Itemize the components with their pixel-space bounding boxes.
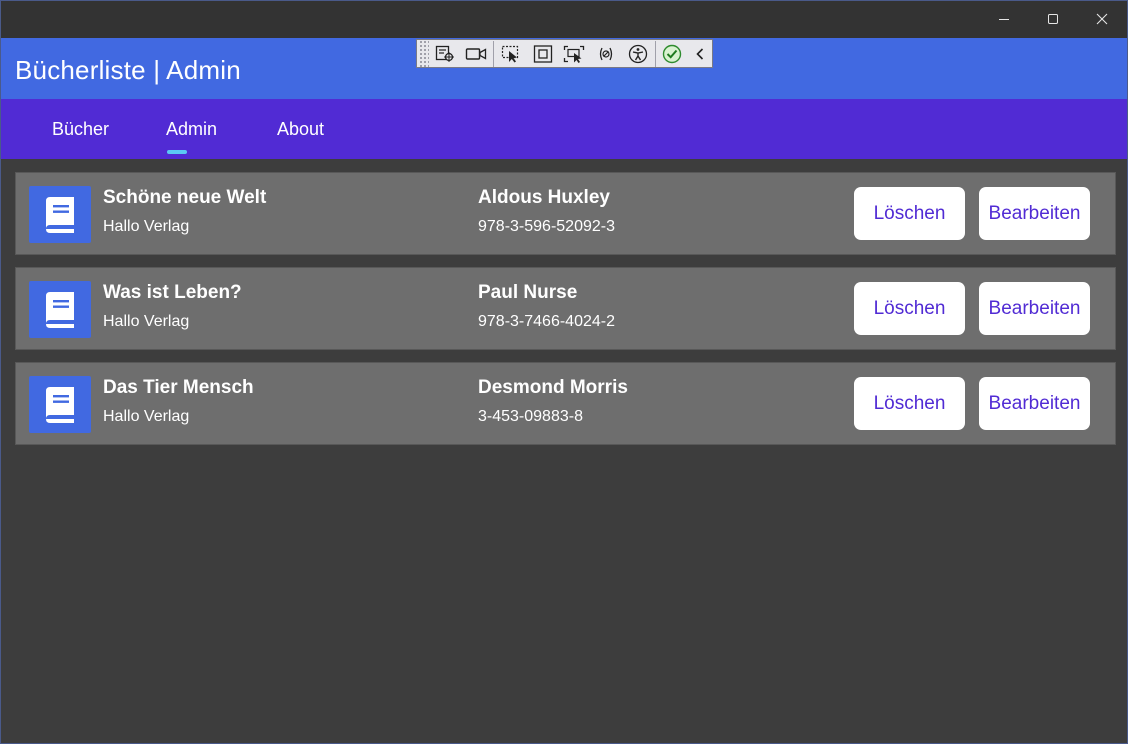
edit-button[interactable]: Bearbeiten	[979, 282, 1090, 335]
book-title: Schöne neue Welt	[103, 187, 267, 208]
tab-bar: Bücher Admin About	[1, 99, 1127, 159]
book-isbn: 978-3-596-52092-3	[478, 218, 615, 235]
book-title: Was ist Leben?	[103, 282, 242, 303]
delete-button[interactable]: Löschen	[854, 187, 965, 240]
xaml-debug-toolbar[interactable]	[416, 39, 713, 68]
selected-tab-indicator	[167, 150, 187, 154]
close-icon[interactable]	[1077, 1, 1127, 37]
list-item: Was ist Leben? Hallo Verlag Paul Nurse 9…	[15, 267, 1116, 350]
delete-button[interactable]: Löschen	[854, 377, 965, 430]
book-isbn: 3-453-09883-8	[478, 408, 583, 425]
hot-reload-status-icon[interactable]	[657, 40, 689, 67]
list-item: Das Tier Mensch Hallo Verlag Desmond Mor…	[15, 362, 1116, 445]
select-element-icon[interactable]	[495, 40, 527, 67]
app-window: Bücherliste | Admin Bücher Admin About S…	[0, 0, 1128, 744]
book-publisher: Hallo Verlag	[103, 218, 190, 235]
page-title: Bücherliste | Admin	[15, 55, 241, 85]
edit-button[interactable]: Bearbeiten	[979, 187, 1090, 240]
book-publisher: Hallo Verlag	[103, 408, 190, 425]
book-title: Das Tier Mensch	[103, 377, 254, 398]
book-publisher: Hallo Verlag	[103, 313, 190, 330]
toolbar-separator	[654, 40, 656, 67]
tab-label: About	[277, 118, 325, 139]
list-item: Schöne neue Welt Hallo Verlag Aldous Hux…	[15, 172, 1116, 255]
track-focus-icon[interactable]	[559, 40, 591, 67]
book-author: Paul Nurse	[478, 282, 578, 303]
maximize-icon[interactable]	[1028, 1, 1078, 37]
book-icon	[29, 281, 91, 338]
book-author: Desmond Morris	[478, 377, 628, 398]
tab-label: Bücher	[52, 118, 110, 139]
binding-failures-icon[interactable]	[590, 40, 622, 67]
live-visual-tree-icon[interactable]	[429, 40, 461, 67]
collapse-toolbar-icon[interactable]	[688, 40, 712, 67]
book-icon	[29, 376, 91, 433]
edit-button[interactable]: Bearbeiten	[979, 377, 1090, 430]
record-icon[interactable]	[461, 40, 493, 67]
book-list: Schöne neue Welt Hallo Verlag Aldous Hux…	[15, 172, 1116, 457]
book-icon	[29, 186, 91, 243]
tab-buecher[interactable]: Bücher	[52, 99, 109, 159]
tab-about[interactable]: About	[277, 99, 324, 159]
toolbar-grip[interactable]	[419, 40, 429, 67]
title-bar[interactable]	[1, 1, 1127, 38]
toolbar-separator	[493, 40, 495, 67]
tab-label: Admin	[166, 118, 218, 139]
display-layout-adorners-icon[interactable]	[527, 40, 559, 67]
minimize-icon[interactable]	[979, 1, 1029, 37]
book-isbn: 978-3-7466-4024-2	[478, 313, 615, 330]
delete-button[interactable]: Löschen	[854, 282, 965, 335]
book-author: Aldous Huxley	[478, 187, 610, 208]
accessibility-checker-icon[interactable]	[622, 40, 654, 67]
